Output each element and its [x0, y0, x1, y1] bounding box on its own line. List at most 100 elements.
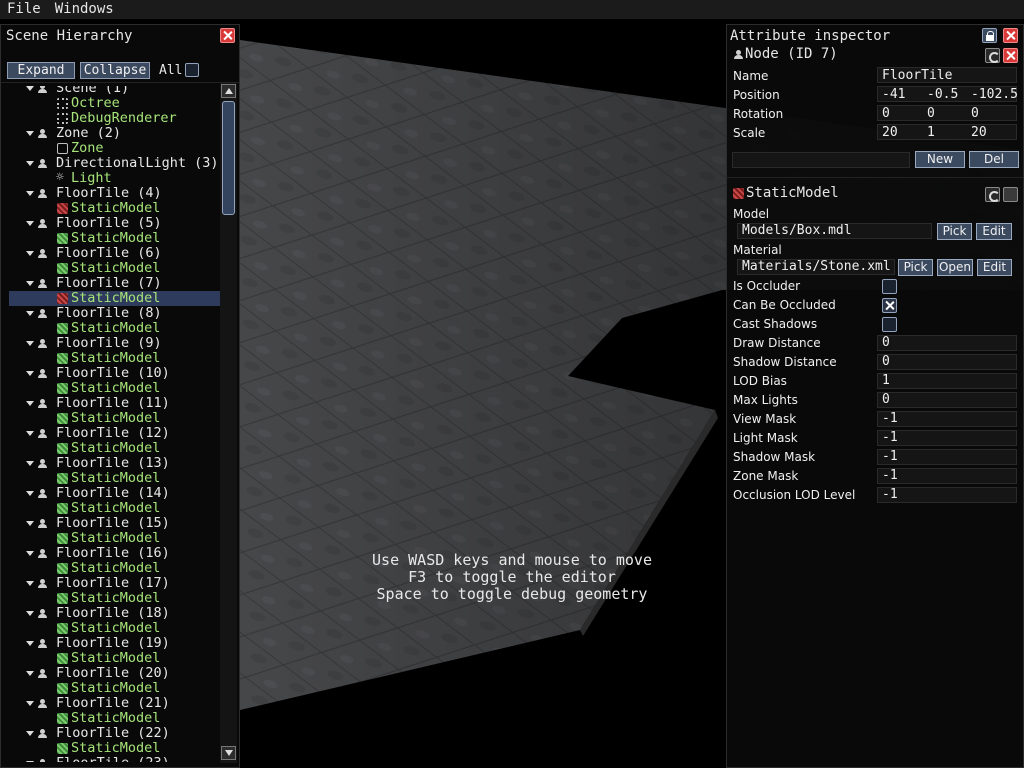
expand-arrow-icon[interactable]: [26, 221, 34, 226]
expand-button[interactable]: Expand: [7, 62, 75, 79]
expand-arrow-icon[interactable]: [26, 431, 34, 436]
tree-node-row[interactable]: FloorTile (13): [9, 456, 220, 471]
expand-arrow-icon[interactable]: [26, 671, 34, 676]
new-button[interactable]: New: [915, 151, 965, 168]
tree-node-row[interactable]: FloorTile (22): [9, 726, 220, 741]
expand-arrow-icon[interactable]: [26, 461, 34, 466]
scale-y[interactable]: 1: [927, 125, 935, 140]
property-field[interactable]: [877, 468, 1017, 484]
new-variable-field[interactable]: [732, 152, 910, 168]
tree-node-row[interactable]: FloorTile (6): [9, 246, 220, 261]
tree-component-row[interactable]: StaticModel: [9, 471, 220, 486]
tree-node-row[interactable]: FloorTile (23): [9, 756, 220, 762]
expand-arrow-icon[interactable]: [26, 641, 34, 646]
position-y[interactable]: -0.5: [927, 87, 958, 102]
expand-arrow-icon[interactable]: [26, 761, 34, 762]
tree-component-row[interactable]: StaticModel: [9, 681, 220, 696]
node-reset-icon[interactable]: [985, 48, 1000, 63]
property-field[interactable]: [877, 354, 1017, 370]
expand-arrow-icon[interactable]: [26, 281, 34, 286]
can-be-occluded-checkbox[interactable]: [882, 298, 897, 313]
tree-component-row[interactable]: Octree: [9, 96, 220, 111]
cast-shadows-checkbox[interactable]: [882, 317, 897, 332]
tree-node-row[interactable]: FloorTile (16): [9, 546, 220, 561]
property-field[interactable]: [877, 449, 1017, 465]
tree-component-row[interactable]: StaticModel: [9, 561, 220, 576]
expand-arrow-icon[interactable]: [26, 731, 34, 736]
component-remove-button[interactable]: [1003, 187, 1018, 202]
tree-component-row[interactable]: StaticModel: [9, 651, 220, 666]
tree-node-row[interactable]: FloorTile (18): [9, 606, 220, 621]
expand-arrow-icon[interactable]: [26, 191, 34, 196]
tree-component-row[interactable]: StaticModel: [9, 531, 220, 546]
del-button[interactable]: Del: [969, 151, 1019, 168]
node-remove-button[interactable]: [1003, 48, 1018, 63]
scroll-thumb[interactable]: [222, 101, 235, 215]
tree-component-row[interactable]: StaticModel: [9, 591, 220, 606]
tree-node-row[interactable]: FloorTile (8): [9, 306, 220, 321]
tree-component-row[interactable]: StaticModel: [9, 741, 220, 756]
tree-component-row[interactable]: StaticModel: [9, 351, 220, 366]
tree-component-row[interactable]: StaticModel: [9, 231, 220, 246]
tree-component-row[interactable]: StaticModel: [9, 621, 220, 636]
menu-file[interactable]: File: [0, 0, 48, 19]
tree-component-row[interactable]: StaticModel: [9, 321, 220, 336]
property-field[interactable]: [877, 373, 1017, 389]
close-hierarchy-button[interactable]: [220, 28, 235, 43]
property-field[interactable]: [877, 335, 1017, 351]
tree-node-row[interactable]: FloorTile (9): [9, 336, 220, 351]
scale-field[interactable]: [877, 124, 1017, 140]
rotation-x[interactable]: 0: [882, 106, 890, 121]
scale-x[interactable]: 20: [882, 125, 898, 140]
collapse-button[interactable]: Collapse: [80, 62, 150, 79]
tree-component-row[interactable]: StaticModel: [9, 291, 220, 306]
rotation-z[interactable]: 0: [971, 106, 979, 121]
tree-component-row[interactable]: StaticModel: [9, 501, 220, 516]
property-field[interactable]: [877, 430, 1017, 446]
tree-component-row[interactable]: StaticModel: [9, 381, 220, 396]
tree-node-row[interactable]: DirectionalLight (3): [9, 156, 220, 171]
rotation-y[interactable]: 0: [927, 106, 935, 121]
expand-arrow-icon[interactable]: [26, 521, 34, 526]
tree-node-row[interactable]: FloorTile (20): [9, 666, 220, 681]
scroll-down-button[interactable]: [221, 746, 236, 760]
expand-arrow-icon[interactable]: [26, 311, 34, 316]
material-edit-button[interactable]: Edit: [977, 259, 1012, 276]
scale-z[interactable]: 20: [971, 125, 987, 140]
expand-arrow-icon[interactable]: [26, 491, 34, 496]
hierarchy-scrollbar[interactable]: [220, 83, 237, 763]
tree-node-row[interactable]: Zone (2): [9, 126, 220, 141]
property-field[interactable]: [877, 392, 1017, 408]
component-reset-icon[interactable]: [985, 187, 1000, 202]
position-x[interactable]: -41: [882, 87, 905, 102]
material-open-button[interactable]: Open: [937, 259, 973, 276]
expand-arrow-icon[interactable]: [26, 611, 34, 616]
all-checkbox[interactable]: [185, 63, 199, 77]
tree-node-row[interactable]: FloorTile (7): [9, 276, 220, 291]
position-z[interactable]: -102.5: [971, 87, 1018, 102]
tree-component-row[interactable]: StaticModel: [9, 711, 220, 726]
tree-component-row[interactable]: StaticModel: [9, 201, 220, 216]
tree-node-row[interactable]: FloorTile (21): [9, 696, 220, 711]
expand-arrow-icon[interactable]: [26, 581, 34, 586]
model-edit-button[interactable]: Edit: [976, 223, 1012, 240]
tree-node-row[interactable]: FloorTile (4): [9, 186, 220, 201]
menu-windows[interactable]: Windows: [48, 0, 121, 19]
expand-arrow-icon[interactable]: [26, 371, 34, 376]
tree-node-row[interactable]: FloorTile (12): [9, 426, 220, 441]
lock-icon[interactable]: [982, 28, 997, 43]
expand-arrow-icon[interactable]: [26, 131, 34, 136]
property-field[interactable]: [877, 411, 1017, 427]
tree-component-row[interactable]: Light: [9, 170, 220, 186]
expand-arrow-icon[interactable]: [26, 551, 34, 556]
tree-component-row[interactable]: StaticModel: [9, 441, 220, 456]
tree-component-row[interactable]: StaticModel: [9, 261, 220, 276]
model-pick-button[interactable]: Pick: [937, 223, 972, 240]
tree-node-row[interactable]: FloorTile (17): [9, 576, 220, 591]
is-occluder-checkbox[interactable]: [882, 279, 897, 294]
tree-node-row[interactable]: FloorTile (19): [9, 636, 220, 651]
rotation-field[interactable]: [877, 105, 1017, 121]
tree-node-row[interactable]: FloorTile (5): [9, 216, 220, 231]
tree-component-row[interactable]: StaticModel: [9, 411, 220, 426]
close-inspector-button[interactable]: [1003, 28, 1018, 43]
